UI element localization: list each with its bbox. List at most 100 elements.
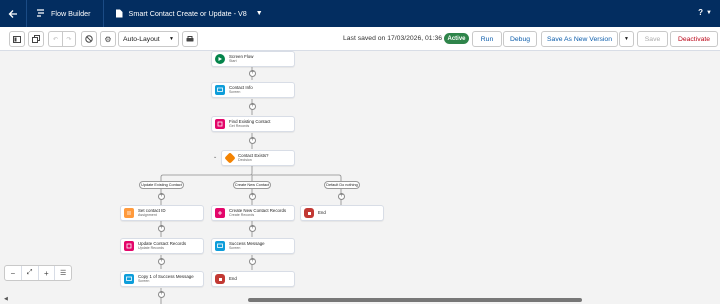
back-button[interactable] bbox=[0, 0, 26, 27]
save-as-new-version-button[interactable]: Save As New Version bbox=[541, 31, 618, 47]
share-button[interactable] bbox=[182, 31, 198, 47]
last-saved-text: Last saved on 17/03/2026, 01:36 bbox=[343, 35, 443, 42]
help-icon: ? bbox=[698, 8, 704, 17]
add-element-button[interactable]: + bbox=[158, 258, 165, 265]
assignment-node[interactable]: Set contact ID Assignment bbox=[120, 205, 204, 221]
node-text: Create New Contact Records Create Record… bbox=[229, 208, 286, 218]
add-element-button[interactable]: + bbox=[338, 193, 345, 200]
node-text: Set contact ID Assignment bbox=[138, 208, 166, 218]
node-text: Contact Info Screen bbox=[229, 85, 253, 95]
stop-icon bbox=[215, 274, 225, 284]
layout-mode-value: Auto-Layout bbox=[123, 35, 160, 43]
add-element-button[interactable]: + bbox=[249, 258, 256, 265]
screen-node-success[interactable]: Success Message Screen bbox=[211, 238, 295, 254]
toggle-toolbox-button[interactable] bbox=[9, 31, 25, 47]
collapse-chevron-icon[interactable]: ⌄ bbox=[213, 154, 217, 160]
end-node[interactable]: End bbox=[300, 205, 384, 221]
flow-title-menu[interactable]: Smart Contact Create or Update - V8 ▼ bbox=[104, 0, 263, 27]
node-type: Get Records bbox=[229, 123, 250, 128]
layout-mode-select[interactable]: Auto-Layout ▼ bbox=[118, 31, 179, 47]
chevron-down-icon: ▼ bbox=[706, 9, 712, 16]
node-type: Decision bbox=[238, 157, 252, 162]
fit-to-view-button[interactable]: ⤢ bbox=[22, 266, 39, 280]
get-records-node[interactable]: Find Existing Contact Get Records bbox=[211, 116, 295, 132]
branch-label-default[interactable]: Default Do nothing bbox=[324, 181, 360, 189]
zoom-out-button[interactable]: − bbox=[5, 266, 22, 280]
node-type: Screen bbox=[229, 245, 241, 250]
node-text: Contact Exists? Decision bbox=[238, 153, 269, 163]
print-icon bbox=[186, 35, 194, 41]
redo-button[interactable]: ↷ bbox=[62, 31, 76, 47]
minus-icon: − bbox=[10, 268, 16, 278]
connector-lines bbox=[160, 66, 342, 304]
ban-icon bbox=[85, 35, 93, 43]
undo-icon: ↶ bbox=[52, 35, 59, 43]
app-name: Flow Builder bbox=[51, 9, 91, 18]
gear-icon: ⚙ bbox=[104, 34, 112, 44]
node-type: Screen bbox=[229, 89, 241, 94]
update-records-node[interactable]: Update Contact Records Update Records bbox=[120, 238, 204, 254]
run-button[interactable]: Run bbox=[472, 31, 502, 47]
settings-button[interactable]: ⚙ bbox=[100, 31, 116, 47]
redo-icon: ↷ bbox=[66, 35, 72, 43]
chevron-down-icon: ▼ bbox=[169, 36, 174, 42]
errors-button[interactable] bbox=[81, 31, 97, 47]
app-brand: Flow Builder bbox=[27, 0, 103, 27]
align-icon: ☰ bbox=[59, 270, 67, 277]
add-element-button[interactable]: + bbox=[249, 137, 256, 144]
screen-node-contact-info[interactable]: Contact Info Screen bbox=[211, 82, 295, 98]
copy-button[interactable] bbox=[28, 31, 44, 47]
play-icon bbox=[215, 54, 225, 64]
add-element-button[interactable]: + bbox=[249, 193, 256, 200]
add-element-button[interactable]: + bbox=[158, 193, 165, 200]
panel-icon bbox=[13, 35, 21, 43]
branch-label-update[interactable]: Update Existing Contact bbox=[139, 181, 184, 189]
zoom-controls: − ⤢ + ☰ bbox=[4, 265, 72, 281]
save-button[interactable]: Save bbox=[637, 31, 668, 47]
end-node[interactable]: End bbox=[211, 271, 295, 287]
add-element-button[interactable]: + bbox=[249, 225, 256, 232]
node-text: End bbox=[229, 275, 237, 281]
start-node[interactable]: Screen Flow Start bbox=[211, 51, 295, 67]
copy-icon bbox=[32, 35, 40, 43]
node-type: Start bbox=[229, 58, 237, 63]
add-element-button[interactable]: + bbox=[158, 291, 165, 298]
node-type: Update Records bbox=[138, 245, 164, 250]
branch-label-create[interactable]: Create New Contact bbox=[233, 181, 271, 189]
screen-node-copy-success[interactable]: Copy 1 of Success Message Screen bbox=[120, 271, 204, 287]
screen-icon bbox=[215, 241, 225, 251]
decision-icon bbox=[224, 152, 236, 164]
status-badge: Active bbox=[444, 33, 469, 44]
node-type: Screen bbox=[138, 278, 150, 283]
node-text: Success Message Screen bbox=[229, 241, 265, 251]
document-icon bbox=[115, 9, 123, 18]
undo-button[interactable]: ↶ bbox=[48, 31, 62, 47]
help-menu[interactable]: ? ▼ bbox=[698, 8, 712, 17]
node-text: Copy 1 of Success Message Screen bbox=[138, 274, 194, 284]
node-title: End bbox=[229, 275, 237, 281]
scroll-left-icon[interactable]: ◀ bbox=[4, 296, 8, 302]
create-records-node[interactable]: Create New Contact Records Create Record… bbox=[211, 205, 295, 221]
toolbar: ↶ ↷ ⚙ Auto-Layout ▼ Last saved on 17/03/… bbox=[0, 27, 720, 51]
deactivate-button[interactable]: Deactivate bbox=[670, 31, 718, 47]
node-text: Screen Flow Start bbox=[229, 54, 253, 64]
app-header: Flow Builder Smart Contact Create or Upd… bbox=[0, 0, 720, 27]
arrow-left-icon bbox=[8, 9, 17, 18]
node-text: End bbox=[318, 209, 326, 215]
node-title: End bbox=[318, 209, 326, 215]
zoom-in-button[interactable]: + bbox=[39, 266, 56, 280]
expand-icon: ⤢ bbox=[26, 269, 33, 276]
flow-canvas[interactable]: Screen Flow Start + Contact Info Screen … bbox=[0, 51, 720, 304]
add-element-button[interactable]: + bbox=[249, 103, 256, 110]
screen-icon bbox=[215, 85, 225, 95]
decision-node[interactable]: Contact Exists? Decision bbox=[221, 150, 295, 166]
horizontal-scrollbar[interactable] bbox=[248, 298, 582, 302]
add-element-button[interactable]: + bbox=[158, 225, 165, 232]
save-options-button[interactable]: ▼ bbox=[619, 31, 634, 47]
debug-button[interactable]: Debug bbox=[503, 31, 537, 47]
node-type: Assignment bbox=[138, 212, 157, 217]
chevron-down-icon: ▼ bbox=[255, 10, 263, 17]
node-text: Find Existing Contact Get Records bbox=[229, 119, 271, 129]
reset-zoom-button[interactable]: ☰ bbox=[55, 266, 71, 280]
add-element-button[interactable]: + bbox=[249, 70, 256, 77]
